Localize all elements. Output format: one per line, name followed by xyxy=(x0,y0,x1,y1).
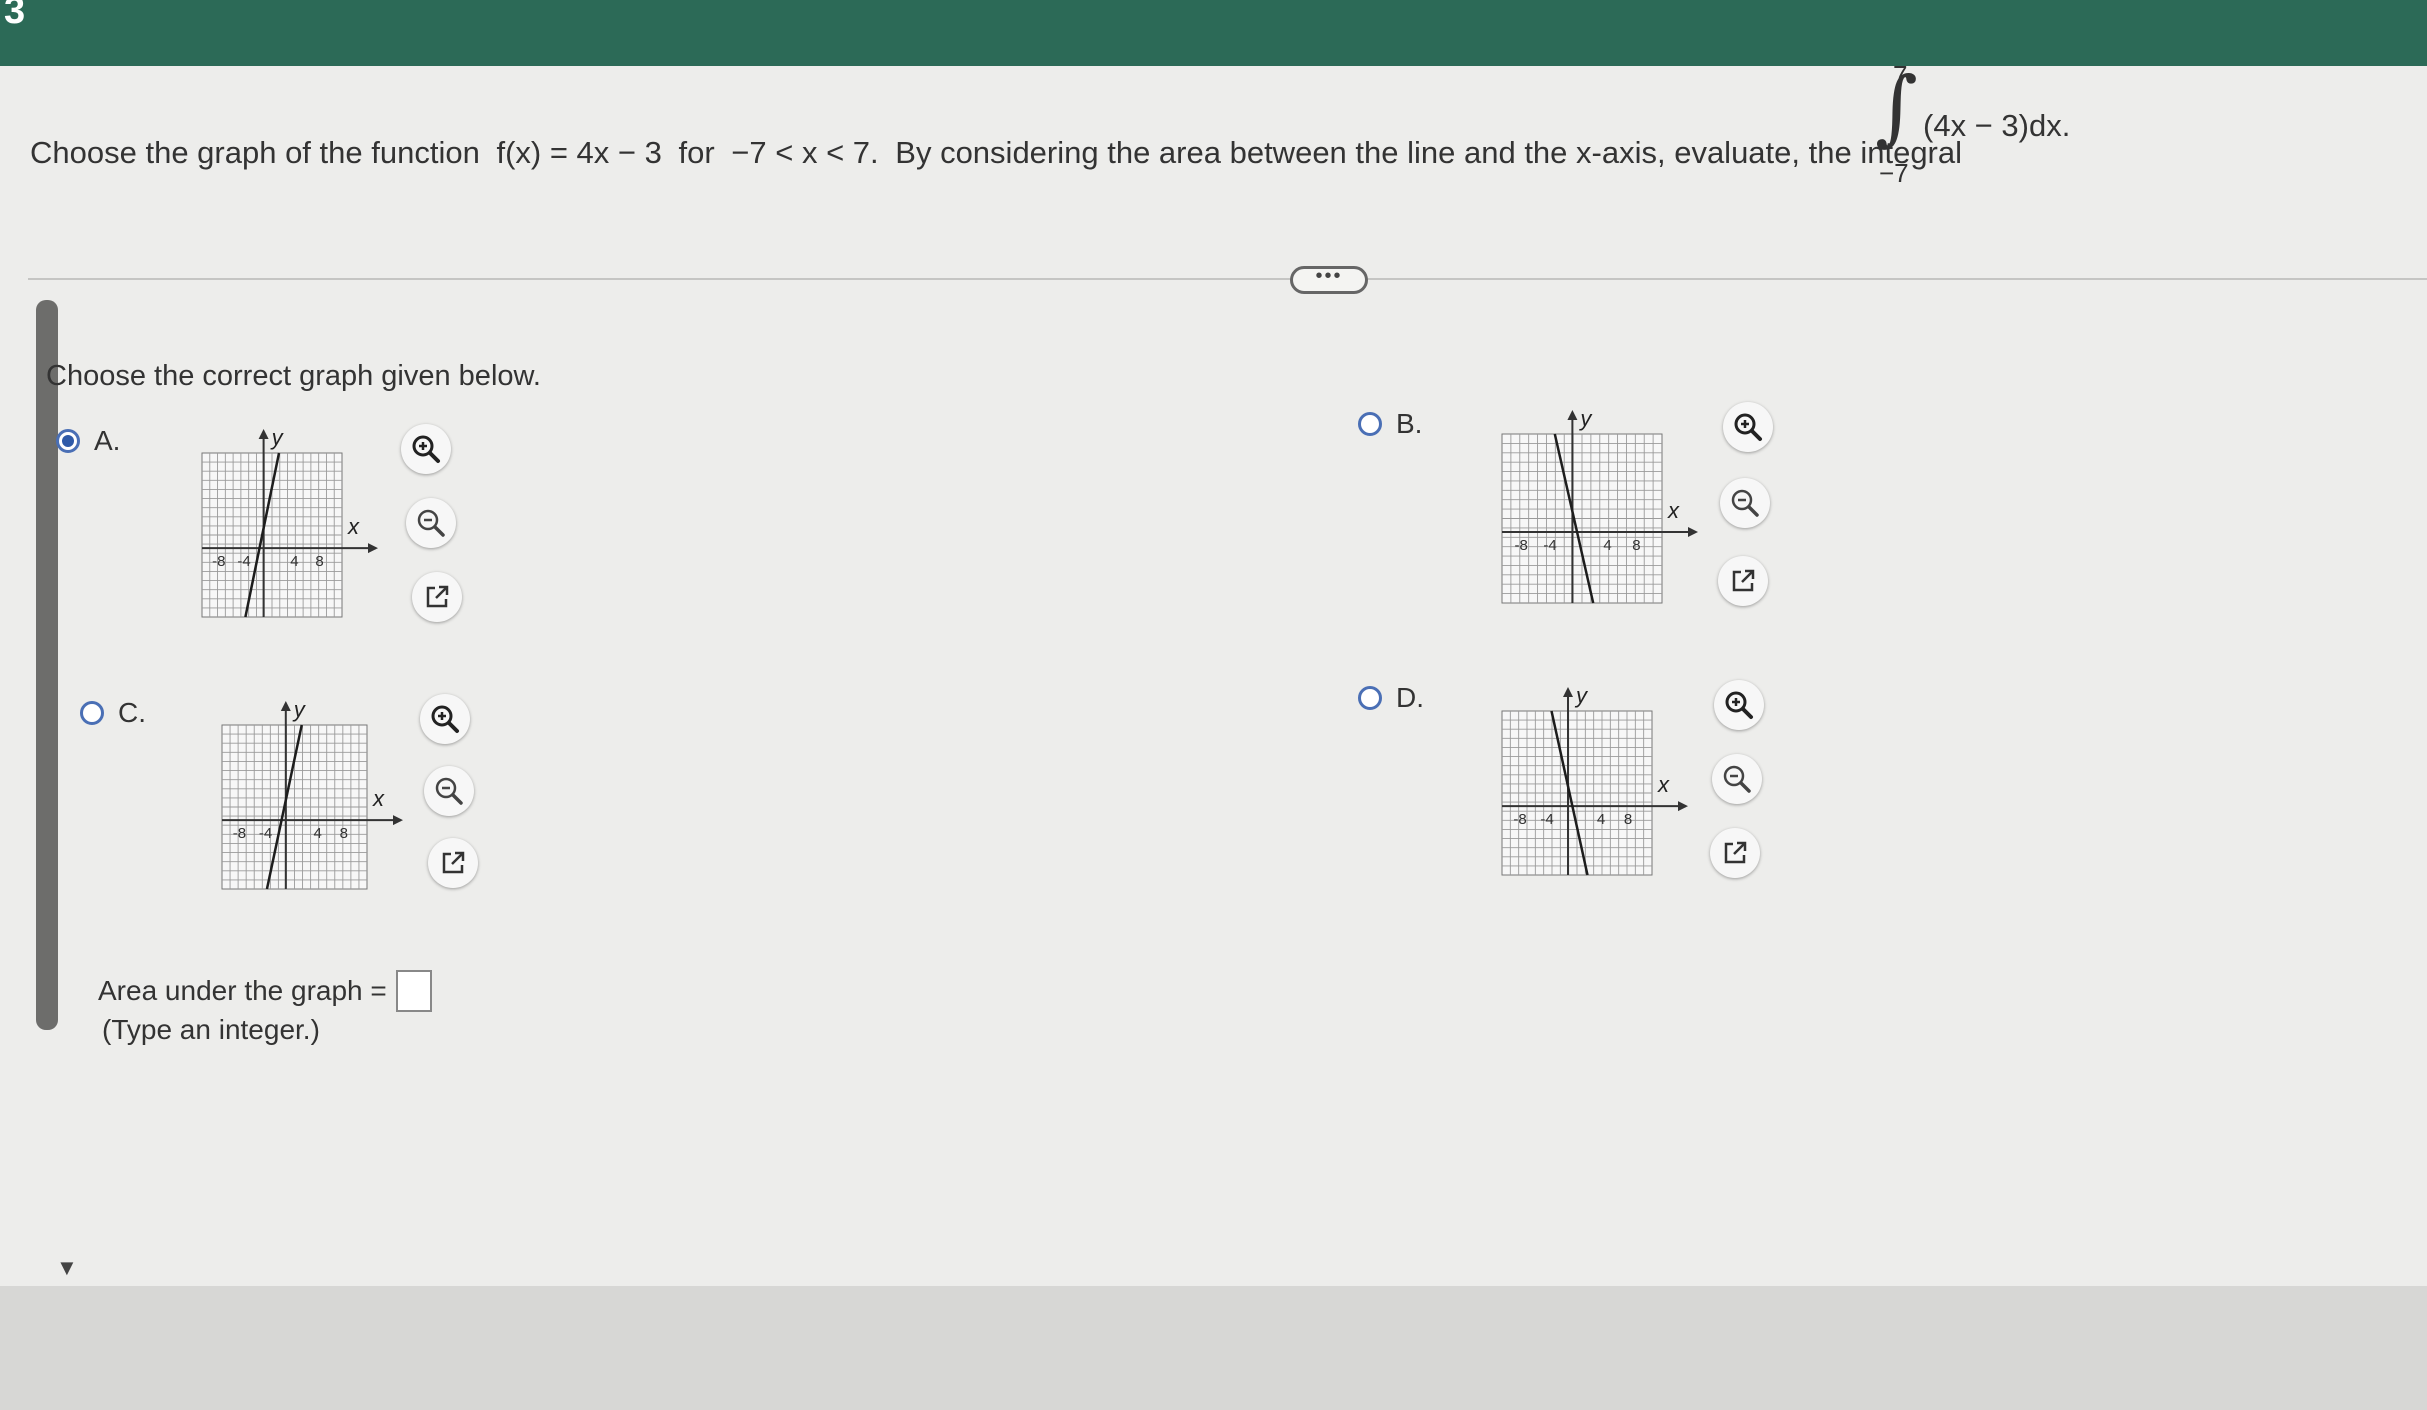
question-prefix: Choose the graph of the function xyxy=(30,135,480,170)
x-axis-arrow-icon xyxy=(1688,527,1698,538)
x-tick-label: -4 xyxy=(1540,811,1553,828)
x-tick-label: 4 xyxy=(290,553,298,570)
open-graph-button[interactable] xyxy=(428,838,478,888)
y-axis-label: y xyxy=(292,697,307,722)
y-axis-arrow-icon xyxy=(258,429,269,439)
option-d-label: D. xyxy=(1396,682,1424,713)
zoom-out-button[interactable] xyxy=(424,766,474,816)
zoom-in-icon xyxy=(1731,410,1765,444)
y-axis-label: y xyxy=(1578,406,1593,431)
area-answer-input[interactable] xyxy=(396,970,432,1012)
y-axis-label: y xyxy=(270,425,285,450)
question-panel xyxy=(0,66,2427,1286)
function-expression: f(x) = 4x − 3 xyxy=(496,135,662,170)
option-c[interactable]: C. xyxy=(80,697,146,729)
x-tick-label: -4 xyxy=(259,825,272,842)
integral-lower-limit: −7 xyxy=(1879,158,1909,188)
x-tick-label: 4 xyxy=(1597,811,1605,828)
for-word: for xyxy=(678,135,715,170)
question-number: 3 xyxy=(4,0,26,32)
instruction-text: Choose the correct graph given below. xyxy=(46,360,541,392)
y-axis-arrow-icon xyxy=(1567,410,1578,420)
x-tick-label: 4 xyxy=(314,825,322,842)
x-axis-arrow-icon xyxy=(1678,801,1688,812)
x-axis-arrow-icon xyxy=(368,543,378,554)
zoom-in-icon xyxy=(409,432,443,466)
zoom-in-button[interactable] xyxy=(1723,402,1773,452)
option-b-label: B. xyxy=(1396,408,1423,439)
answer-hint: (Type an integer.) xyxy=(102,1014,320,1045)
zoom-out-icon xyxy=(432,774,466,808)
integral-upper-limit: 7 xyxy=(1893,60,1908,90)
question-text: Choose the graph of the function f(x) = … xyxy=(30,135,1962,171)
x-tick-label: 8 xyxy=(1624,811,1632,828)
x-axis-label: x xyxy=(1667,498,1680,523)
section-divider xyxy=(28,278,2427,280)
x-tick-label: 8 xyxy=(340,825,348,842)
graph-d: x y -8 -4 4 8 xyxy=(1501,683,1688,876)
more-button[interactable]: ••• xyxy=(1290,266,1368,294)
open-graph-button[interactable] xyxy=(412,572,462,622)
option-d[interactable]: D. xyxy=(1358,682,1424,714)
integral-expression: ∫ 7 −7 (4x − 3)dx. xyxy=(1875,60,2075,190)
integrand: (4x − 3)dx. xyxy=(1923,108,2071,143)
open-graph-button[interactable] xyxy=(1710,828,1760,878)
zoom-in-button[interactable] xyxy=(1714,680,1764,730)
scroll-down-icon[interactable]: ▼ xyxy=(56,1255,78,1281)
external-link-icon xyxy=(421,581,453,613)
radio-d[interactable] xyxy=(1358,686,1382,710)
x-tick-label: -4 xyxy=(237,553,250,570)
graph-a: x y -8 -4 4 8 xyxy=(201,425,378,618)
option-c-label: C. xyxy=(118,697,146,728)
x-axis-label: x xyxy=(372,786,385,811)
x-tick-label: 8 xyxy=(1632,537,1640,554)
zoom-out-icon xyxy=(1728,486,1762,520)
y-axis-label: y xyxy=(1574,683,1589,708)
zoom-in-icon xyxy=(1722,688,1756,722)
graph-c: x y -8 -4 4 8 xyxy=(221,697,403,890)
answer-label: Area under the graph = xyxy=(98,975,387,1006)
external-link-icon xyxy=(437,847,469,879)
zoom-out-button[interactable] xyxy=(1720,478,1770,528)
x-axis-label: x xyxy=(347,514,360,539)
y-axis-arrow-icon xyxy=(280,701,291,711)
external-link-icon xyxy=(1719,837,1751,869)
x-tick-label: -8 xyxy=(1513,811,1526,828)
option-a[interactable]: A. xyxy=(56,425,120,457)
zoom-in-button[interactable] xyxy=(420,694,470,744)
zoom-in-button[interactable] xyxy=(401,424,451,474)
x-tick-label: -8 xyxy=(233,825,246,842)
x-tick-label: -8 xyxy=(212,553,225,570)
x-axis-arrow-icon xyxy=(393,815,403,826)
radio-b[interactable] xyxy=(1358,412,1382,436)
x-tick-label: -4 xyxy=(1543,537,1556,554)
zoom-out-button[interactable] xyxy=(406,498,456,548)
zoom-out-icon xyxy=(1720,762,1754,796)
zoom-out-button[interactable] xyxy=(1712,754,1762,804)
radio-a[interactable] xyxy=(56,429,80,453)
external-link-icon xyxy=(1727,565,1759,597)
option-a-label: A. xyxy=(94,425,121,456)
x-axis-label: x xyxy=(1657,772,1670,797)
graph-b: x y -8 -4 4 8 xyxy=(1501,406,1698,604)
x-tick-label: -8 xyxy=(1515,537,1528,554)
radio-c[interactable] xyxy=(80,701,104,725)
scrollbar-thumb[interactable] xyxy=(36,300,58,1030)
question-suffix: By considering the area between the line… xyxy=(895,135,1963,170)
zoom-in-icon xyxy=(428,702,462,736)
y-axis-arrow-icon xyxy=(1563,687,1573,697)
open-graph-button[interactable] xyxy=(1718,556,1768,606)
domain-expression: −7 < x < 7. xyxy=(731,135,879,170)
option-b[interactable]: B. xyxy=(1358,408,1422,440)
zoom-out-icon xyxy=(414,506,448,540)
x-tick-label: 8 xyxy=(315,553,323,570)
bottom-strip xyxy=(0,1286,2427,1410)
x-tick-label: 4 xyxy=(1603,537,1611,554)
